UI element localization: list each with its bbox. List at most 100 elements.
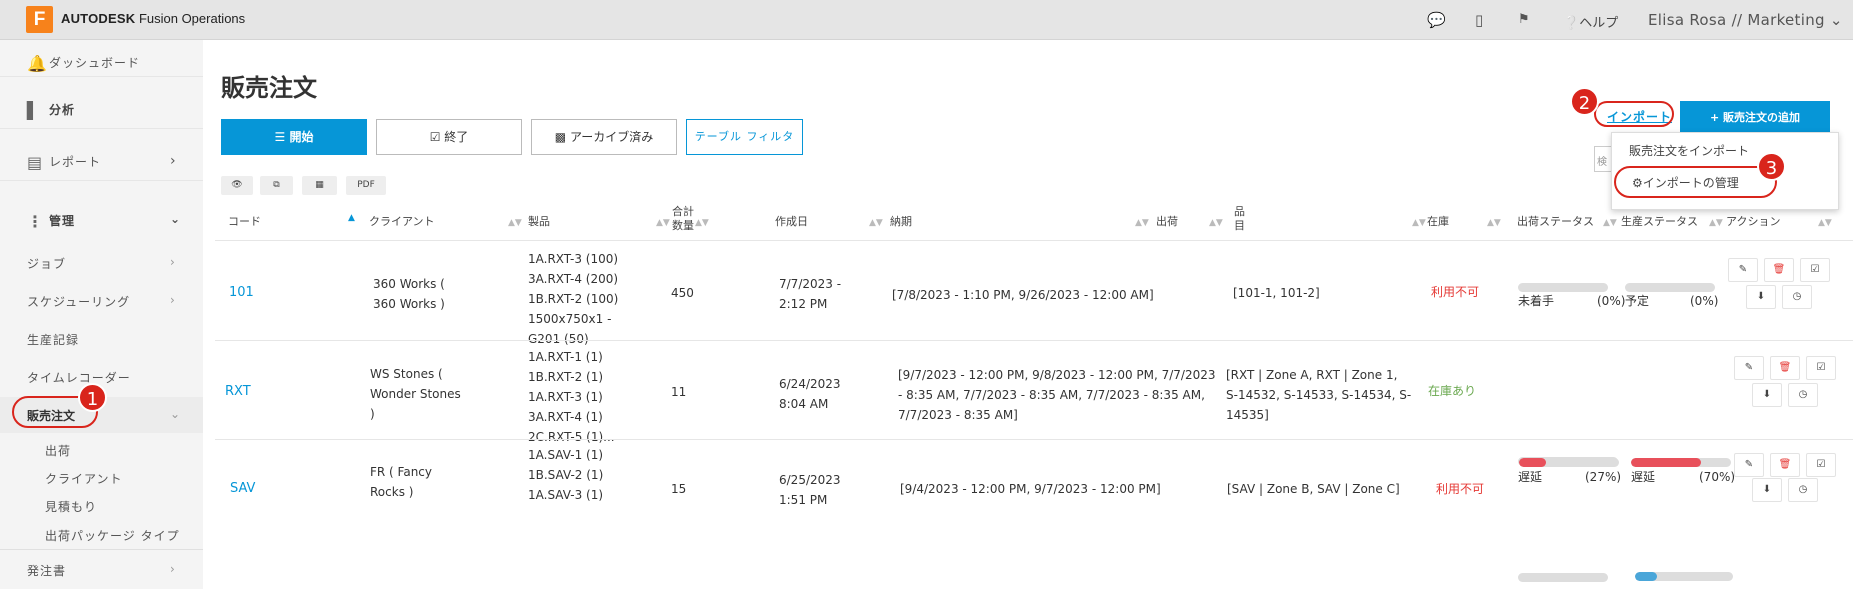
tab-archived[interactable]: ▩ アーカイブ済み <box>531 119 677 155</box>
sort-icon[interactable]: ▲▼ <box>1707 215 1723 230</box>
col-product[interactable]: 製品 <box>528 215 550 229</box>
plus-icon: + <box>1709 111 1720 124</box>
copy-icon[interactable]: ⧉ <box>260 176 293 195</box>
clock-icon[interactable]: ◷ <box>1788 478 1818 502</box>
sort-asc-icon[interactable]: ▲ <box>348 211 355 225</box>
trash-icon[interactable]: 🗑 <box>1770 356 1800 380</box>
download-icon[interactable]: ⬇ <box>1746 285 1776 309</box>
sidebar-sub-clients[interactable]: クライアント <box>45 470 123 487</box>
menu-item-import-sales-orders[interactable]: 販売注文をインポート <box>1629 142 1749 159</box>
bar-chart-icon: ▌ <box>27 101 41 120</box>
table-filter-button[interactable]: テーブル フィルタ <box>686 119 803 155</box>
sidebar: 🔔 ダッシュボード ▌ 分析 ▤ レポート › ⋮ 管理 ⌄ ジョブ › スケジューリング › … <box>0 40 203 589</box>
pdf-button[interactable]: PDF <box>346 176 386 195</box>
col-items[interactable]: 品目 <box>1234 205 1245 233</box>
col-ship-status[interactable]: 出荷ステータス <box>1517 215 1594 229</box>
ship-status-pct: (0%) <box>1597 294 1626 308</box>
download-icon[interactable]: ⬇ <box>1752 478 1782 502</box>
step-badge-1: 1 <box>78 383 107 412</box>
trash-icon[interactable]: 🗑 <box>1770 453 1800 477</box>
sidebar-sub-quotes[interactable]: 見積もり <box>45 498 97 515</box>
sort-icon[interactable]: ▲▼ <box>1207 215 1223 230</box>
tab-open[interactable]: ☰ 開始 <box>221 119 367 155</box>
app-logo[interactable]: F <box>26 6 53 33</box>
check-icon[interactable]: ☑ <box>1806 453 1836 477</box>
download-icon[interactable]: ⬇ <box>1752 383 1782 407</box>
highlight-ring <box>1614 166 1777 198</box>
order-code-link[interactable]: RXT <box>225 382 251 402</box>
bookmark-icon[interactable]: ⚑ <box>1518 11 1530 29</box>
created-cell: 6/24/2023 8:04 AM <box>779 377 841 411</box>
order-code-link[interactable]: SAV <box>230 479 255 499</box>
edit-icon[interactable]: ✎ <box>1728 258 1758 282</box>
chevron-right-icon: › <box>170 562 176 576</box>
report-icon: ▤ <box>27 153 44 172</box>
total-cell: 11 <box>671 385 687 399</box>
clock-icon[interactable]: ◷ <box>1788 383 1818 407</box>
product-cell: 1A.RXT-1 (1) 1B.RXT-2 (1) 1A.RXT-3 (1) 3A.R… <box>528 350 615 444</box>
user-menu[interactable]: Elisa Rosa // Marketing ⌄ <box>1648 11 1843 29</box>
chevron-right-icon: › <box>170 293 176 307</box>
col-client[interactable]: クライアント <box>369 215 435 229</box>
items-cell: [SAV | Zone B, SAV | Zone C] <box>1227 482 1400 496</box>
col-stock[interactable]: 在庫 <box>1427 215 1449 229</box>
sort-icon[interactable]: ▲▼ <box>1485 215 1501 230</box>
ship-status-label: 遅延 <box>1518 470 1543 484</box>
prod-progress-fill <box>1635 572 1657 581</box>
col-shipping[interactable]: 出荷 <box>1156 215 1178 229</box>
chevron-right-icon: › <box>170 255 176 269</box>
check-icon[interactable]: ☑ <box>1800 258 1830 282</box>
col-due[interactable]: 納期 <box>890 215 912 229</box>
sort-icon[interactable]: ▲▼ <box>654 215 670 230</box>
tab-closed[interactable]: ☑ 終了 <box>376 119 522 155</box>
sort-icon[interactable]: ▲▼ <box>1133 215 1149 230</box>
col-code[interactable]: コード <box>228 215 261 229</box>
edit-icon[interactable]: ✎ <box>1734 453 1764 477</box>
chat-icon[interactable]: 💬 <box>1427 11 1446 29</box>
col-created[interactable]: 作成日 <box>775 215 808 229</box>
check-icon[interactable]: ☑ <box>1806 356 1836 380</box>
stock-status: 利用不可 <box>1431 285 1480 299</box>
col-total-qty[interactable]: 合計 数量 <box>672 205 694 233</box>
trash-icon[interactable]: 🗑 <box>1764 258 1794 282</box>
list-icon: ☰ <box>274 130 286 144</box>
help-link[interactable]: ❔ヘルプ <box>1563 12 1618 31</box>
created-cell: 7/7/2023 -2:12 PM <box>779 277 842 311</box>
items-cell: [RXT | Zone A, RXT | Zone 1, S-14532, S-1… <box>1226 368 1412 422</box>
brand-name: AUTODESK Fusion Operations <box>61 11 246 26</box>
divider <box>215 439 1853 440</box>
due-cell: [7/8/2023 - 1:10 PM, 9/26/2023 - 12:00 A… <box>892 288 1154 302</box>
edit-icon[interactable]: ✎ <box>1734 356 1764 380</box>
step-badge-2: 2 <box>1570 87 1599 116</box>
add-sales-order-button[interactable]: + 販売注文の追加 <box>1680 101 1830 134</box>
chevron-down-icon: ⌄ <box>170 212 182 226</box>
ship-status-label: 未着手 <box>1518 294 1555 308</box>
ship-status-pct: (27%) <box>1585 470 1622 484</box>
sort-icon[interactable]: ▲▼ <box>506 215 522 230</box>
stock-status: 利用不可 <box>1436 482 1485 496</box>
eye-icon[interactable]: 👁 <box>221 176 253 195</box>
sort-icon[interactable]: ▲▼ <box>1410 215 1426 230</box>
sidebar-sub-shipments[interactable]: 出荷 <box>45 442 71 459</box>
sort-icon[interactable]: ▲▼ <box>867 215 883 230</box>
sort-icon[interactable]: ▲▼ <box>1601 215 1617 230</box>
items-cell: [101-1, 101-2] <box>1233 286 1320 300</box>
help-icon: ❔ <box>1563 16 1580 31</box>
mobile-icon[interactable]: ▯ <box>1475 11 1483 29</box>
client-cell: 360 Works (360 Works ) <box>373 277 445 311</box>
order-code-link[interactable]: 101 <box>229 283 254 303</box>
chevron-right-icon: › <box>170 153 177 169</box>
sidebar-sub-package-types[interactable]: 出荷パッケージ タイプ <box>45 527 180 544</box>
page-title: 販売注文 <box>221 74 317 102</box>
sort-icon[interactable]: ▲▼ <box>1816 215 1832 230</box>
ship-progress-bar <box>1518 573 1608 582</box>
prod-status-label: 予定 <box>1625 294 1650 308</box>
bell-icon: 🔔 <box>27 54 48 73</box>
sort-icon[interactable]: ▲▼ <box>693 215 709 230</box>
total-cell: 450 <box>671 286 694 300</box>
col-prod-status[interactable]: 生産ステータス <box>1621 215 1698 229</box>
grid-icon[interactable]: ▦ <box>302 176 337 195</box>
highlight-ring <box>1594 101 1674 127</box>
top-bar: F AUTODESK Fusion Operations 💬 ▯ ⚑ ❔ヘルプ … <box>0 0 1853 40</box>
clock-icon[interactable]: ◷ <box>1782 285 1812 309</box>
